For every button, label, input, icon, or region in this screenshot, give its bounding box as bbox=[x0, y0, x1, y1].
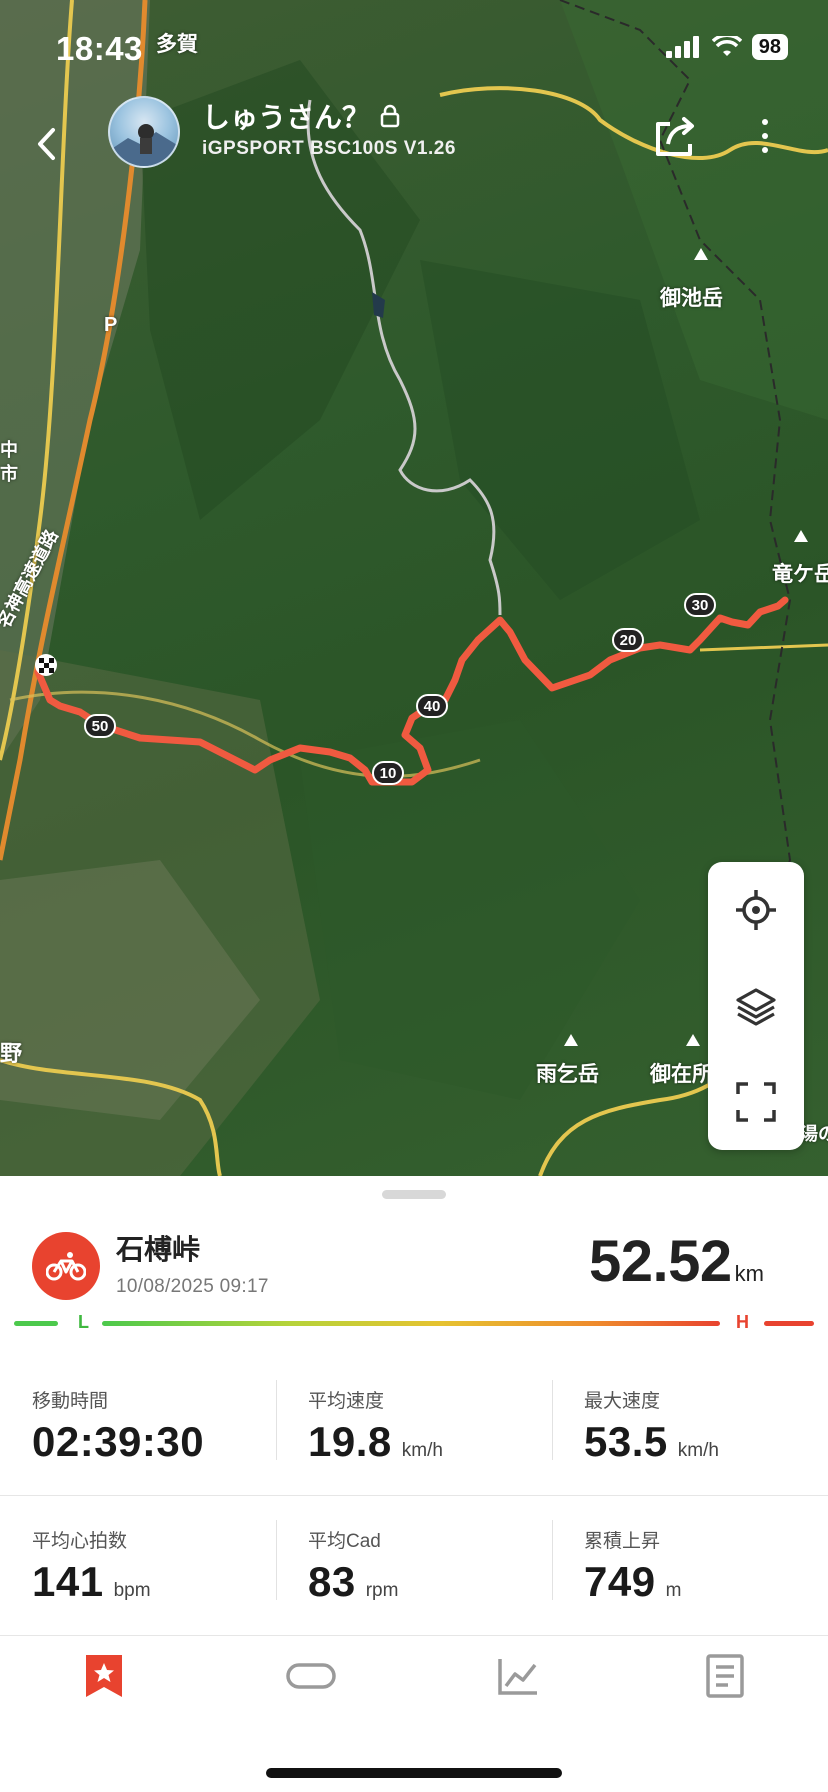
more-options-button[interactable] bbox=[748, 110, 782, 162]
stat-elevation-gain: 累積上昇 749 m bbox=[552, 1496, 828, 1636]
stats-row-2: 平均心拍数 141 bpm 平均Cad 83 rpm 累積上昇 749 m bbox=[0, 1496, 828, 1636]
avatar-image bbox=[110, 124, 178, 166]
layers-button[interactable] bbox=[726, 976, 786, 1036]
stat-avg-speed: 平均速度 19.8 km/h bbox=[276, 1356, 552, 1496]
map-label-amagoi: 雨乞岳 bbox=[536, 1063, 599, 1086]
finish-flag-icon bbox=[35, 654, 57, 676]
map-label-shi: 市 bbox=[0, 464, 18, 484]
km-marker-30: 30 bbox=[684, 593, 716, 617]
wifi-icon bbox=[711, 36, 742, 56]
stat-value: 141 bpm bbox=[32, 1558, 151, 1605]
lock-icon bbox=[380, 104, 400, 128]
km-marker-20: 20 bbox=[612, 628, 644, 652]
activity-header: しゅうさん？ iGPSPORT BSC100S V1.26 bbox=[0, 96, 828, 196]
intensity-high-segment bbox=[764, 1321, 814, 1326]
battery-indicator: 98 bbox=[751, 34, 788, 60]
document-icon bbox=[705, 1654, 744, 1698]
stat-avg-cadence: 平均Cad 83 rpm bbox=[276, 1496, 552, 1636]
signal-bars-icon bbox=[665, 36, 699, 58]
intensity-low-segment bbox=[14, 1321, 58, 1326]
map-label-ryugatake: 竜ケ岳 bbox=[772, 563, 828, 586]
layers-icon bbox=[736, 988, 776, 1026]
intensity-bar: L H bbox=[14, 1312, 814, 1336]
stats-grid: 移動時間 02:39:30 平均速度 19.8 km/h 最大速度 53.5 km/… bbox=[0, 1356, 828, 1636]
fullscreen-icon bbox=[736, 1082, 776, 1122]
activity-summary-sheet: 石榑峠 10/08/2025 09:17 52.52 km L H 移動時間 0… bbox=[0, 1176, 828, 1792]
stat-max-speed: 最大速度 53.5 km/h bbox=[552, 1356, 828, 1496]
chart-icon bbox=[497, 1659, 537, 1695]
activity-datetime: 10/08/2025 09:17 bbox=[116, 1276, 269, 1297]
bottom-nav bbox=[0, 1616, 828, 1736]
lap-icon bbox=[285, 1663, 336, 1689]
locate-button[interactable] bbox=[726, 880, 786, 940]
stat-value: 749 m bbox=[584, 1558, 682, 1605]
stat-moving-time: 移動時間 02:39:30 bbox=[0, 1356, 276, 1496]
stat-value: 19.8 km/h bbox=[308, 1418, 443, 1465]
stat-label: 累積上昇 bbox=[584, 1531, 661, 1552]
user-name: しゅうさん？ bbox=[202, 102, 371, 133]
route-map[interactable]: 10 20 30 40 50 多賀 御池岳 竜ケ岳 雨乞岳 御在所 名神高速道路… bbox=[0, 0, 828, 1176]
chevron-left-icon bbox=[38, 128, 55, 160]
sport-badge bbox=[32, 1232, 100, 1300]
stat-avg-heart-rate: 平均心拍数 141 bpm bbox=[0, 1496, 276, 1636]
map-label-parking: P bbox=[104, 314, 118, 336]
intensity-low-label: L bbox=[78, 1312, 89, 1332]
map-controls bbox=[708, 862, 804, 1150]
sheet-drag-handle[interactable] bbox=[382, 1190, 446, 1199]
bookmark-star-icon bbox=[85, 1655, 122, 1697]
more-vertical-icon bbox=[762, 119, 768, 125]
stat-value: 83 rpm bbox=[308, 1558, 399, 1605]
total-distance: 52.52 km bbox=[589, 1228, 764, 1295]
share-icon bbox=[656, 117, 694, 156]
intensity-high-label: H bbox=[736, 1312, 749, 1332]
back-button[interactable] bbox=[24, 114, 68, 174]
intensity-gradient bbox=[102, 1321, 720, 1326]
stat-value: 02:39:30 bbox=[32, 1418, 205, 1465]
map-label-chu: 中 bbox=[0, 440, 18, 460]
stat-label: 平均速度 bbox=[308, 1391, 385, 1412]
tab-summary[interactable] bbox=[0, 1616, 207, 1736]
tab-laps[interactable] bbox=[207, 1616, 414, 1736]
distance-value: 52.52 bbox=[589, 1229, 732, 1294]
map-label-gozaisho: 御在所 bbox=[650, 1063, 713, 1086]
fullscreen-button[interactable] bbox=[726, 1072, 786, 1132]
share-button[interactable] bbox=[650, 110, 702, 162]
km-marker-10: 10 bbox=[372, 761, 404, 785]
avatar[interactable] bbox=[108, 96, 180, 168]
locate-icon bbox=[736, 890, 776, 930]
device-name: iGPSPORT BSC100S V1.26 bbox=[202, 138, 456, 159]
map-label-yu: 湯の bbox=[800, 1124, 828, 1144]
status-time: 18:43 bbox=[56, 30, 143, 67]
stat-label: 平均Cad bbox=[308, 1531, 381, 1552]
stat-label: 平均心拍数 bbox=[32, 1531, 128, 1552]
tab-charts[interactable] bbox=[414, 1616, 621, 1736]
distance-unit: km bbox=[734, 1261, 764, 1286]
status-icons: 98 bbox=[665, 34, 788, 60]
stat-label: 最大速度 bbox=[584, 1391, 661, 1412]
activity-title: 石榑峠 bbox=[116, 1234, 201, 1265]
bicycle-icon bbox=[46, 1252, 86, 1281]
km-marker-50: 50 bbox=[84, 714, 116, 738]
tab-details[interactable] bbox=[621, 1616, 828, 1736]
map-label-mikeike: 御池岳 bbox=[660, 287, 723, 310]
stat-value: 53.5 km/h bbox=[584, 1418, 719, 1465]
km-marker-40: 40 bbox=[416, 694, 448, 718]
map-label-no: 野 bbox=[0, 1041, 23, 1066]
stats-row-1: 移動時間 02:39:30 平均速度 19.8 km/h 最大速度 53.5 km/… bbox=[0, 1356, 828, 1496]
stat-label: 移動時間 bbox=[32, 1391, 109, 1412]
status-bar: 18:43 98 bbox=[0, 0, 828, 100]
home-indicator[interactable] bbox=[266, 1768, 562, 1778]
user-name-row: しゅうさん？ bbox=[202, 96, 400, 136]
